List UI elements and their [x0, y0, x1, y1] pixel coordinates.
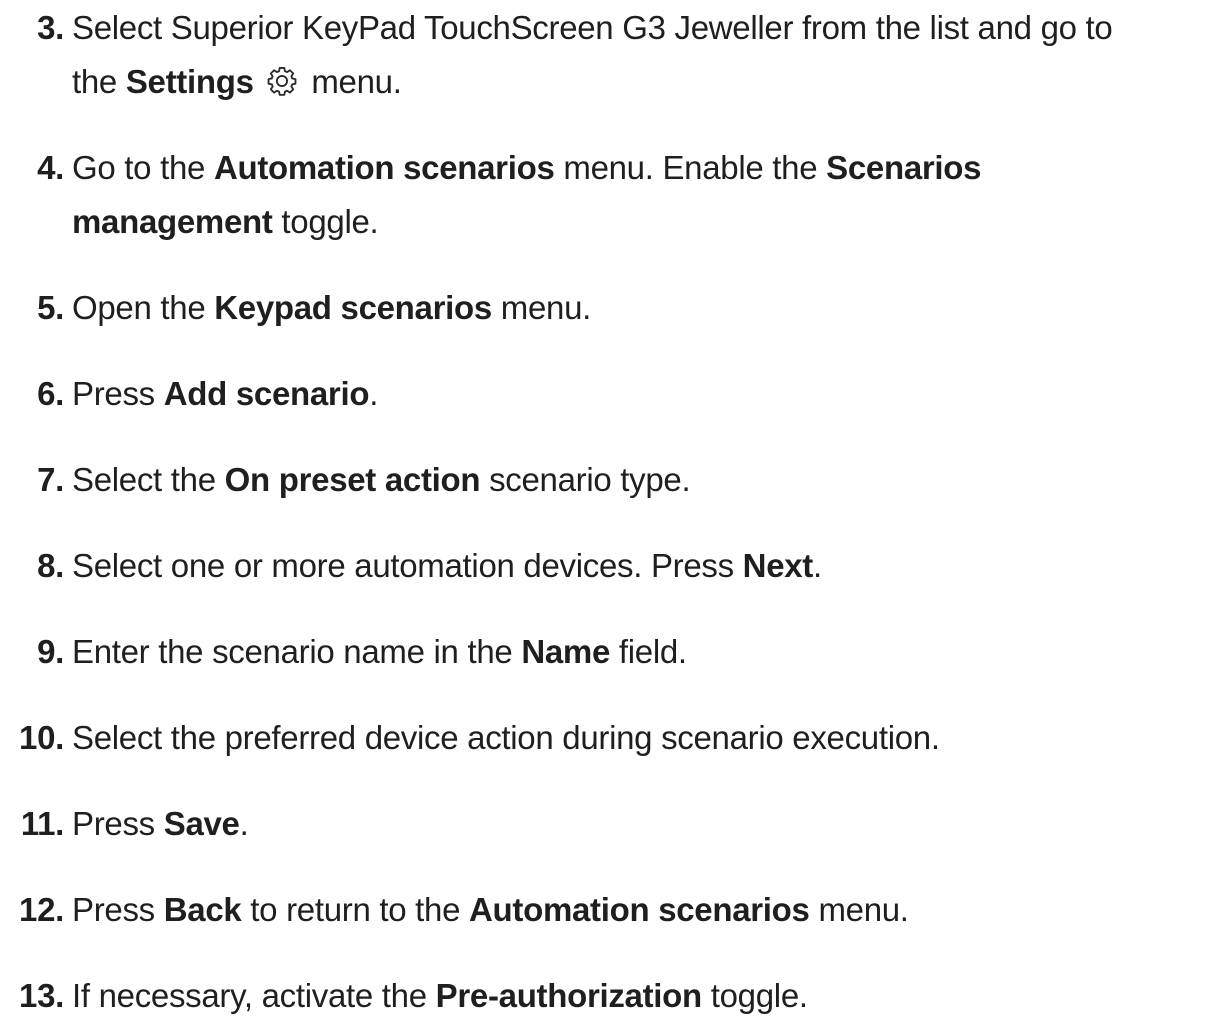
step-text: Select Superior KeyPad TouchScreen G3 Je… [72, 1, 1221, 109]
step-text: Select the preferred device action durin… [72, 711, 1221, 765]
add-scenario-label: Add scenario [163, 375, 370, 412]
text-fragment: . [369, 375, 379, 412]
management-label: management [72, 203, 273, 240]
step-text: Go to the Automation scenarios menu. Ena… [72, 141, 1221, 249]
name-label: Name [521, 633, 610, 670]
text-fragment: . [813, 547, 822, 584]
text-fragment: Press [72, 805, 164, 842]
step-number: 8. [37, 547, 64, 584]
text-fragment: menu. [491, 289, 592, 326]
text-fragment: the [72, 63, 126, 100]
text-fragment: menu. Enable the [554, 149, 827, 186]
pre-authorization-label: Pre-authorization [435, 977, 703, 1014]
step-number: 3. [37, 9, 64, 46]
step-number: 12. [19, 891, 64, 928]
step-number: 5. [37, 289, 64, 326]
text-fragment: Press [72, 891, 164, 928]
text-fragment: Open the [72, 289, 215, 326]
step-text-line-1: Select Superior KeyPad TouchScreen G3 Je… [72, 9, 1113, 46]
save-label: Save [163, 805, 240, 842]
step-text: Enter the scenario name in the Name fiel… [72, 625, 1221, 679]
step-text-line-2: the Settings menu. [72, 55, 1221, 109]
text-fragment: Select the [72, 461, 225, 498]
text-fragment: Select the preferred device action durin… [72, 719, 940, 756]
text-fragment: field. [610, 633, 687, 670]
step-text: Press Save. [72, 797, 1221, 851]
step-text: Press Add scenario. [72, 367, 1221, 421]
text-fragment: Go to the [72, 149, 214, 186]
step-text-line-1: Go to the Automation scenarios menu. Ena… [72, 141, 1221, 195]
text-fragment: Enter the scenario name in the [72, 633, 522, 670]
text-fragment: Press [72, 375, 164, 412]
text-fragment: toggle. [272, 203, 379, 240]
step-text: Press Back to return to the Automation s… [72, 883, 1221, 937]
back-label: Back [163, 891, 242, 928]
step-text: Select one or more automation devices. P… [72, 539, 1221, 593]
on-preset-action-label: On preset action [224, 461, 481, 498]
step-number: 7. [37, 461, 64, 498]
instruction-list: 3. Select Superior KeyPad TouchScreen G3… [0, 0, 1227, 1015]
step-number: 10. [19, 719, 64, 756]
step-text-line-2: management toggle. [72, 195, 1221, 249]
text-fragment: If necessary, activate the [72, 977, 436, 1014]
step-number: 11. [20, 805, 64, 842]
step-text: Open the Keypad scenarios menu. [72, 281, 1221, 335]
text-fragment: scenario type. [480, 461, 691, 498]
step-number: 9. [37, 633, 64, 670]
text-fragment: Select one or more automation devices. P… [72, 547, 743, 584]
automation-scenarios-label: Automation scenarios [469, 891, 810, 928]
step-text: Select the On preset action scenario typ… [72, 453, 1221, 507]
step-number: 6. [37, 375, 64, 412]
scenarios-label: Scenarios [826, 149, 982, 186]
next-label: Next [742, 547, 814, 584]
text-fragment: menu. [809, 891, 909, 928]
text-fragment: menu. [302, 63, 402, 100]
step-number: 4. [37, 149, 64, 186]
text-fragment: toggle. [701, 977, 808, 1014]
automation-scenarios-label: Automation scenarios [213, 149, 555, 186]
settings-label: Settings [125, 63, 254, 100]
text-fragment: to return to the [241, 891, 470, 928]
gear-icon [265, 60, 299, 96]
text-fragment: . [239, 805, 249, 842]
keypad-scenarios-label: Keypad scenarios [214, 289, 492, 326]
